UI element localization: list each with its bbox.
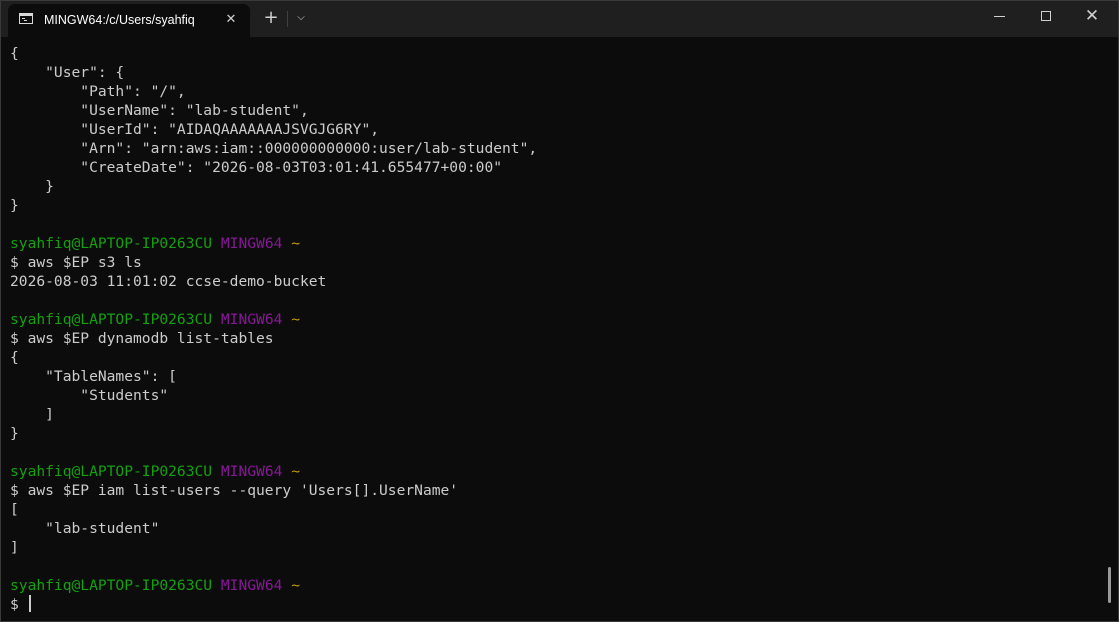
prompt-user-host: syahfiq@LAPTOP-IP0263CU xyxy=(10,577,213,594)
output-line: "lab-student" xyxy=(10,519,1100,538)
new-tab-button[interactable]: + xyxy=(260,7,282,29)
prompt-path: ~ xyxy=(291,463,300,480)
output-line: "Students" xyxy=(10,386,1100,405)
output-line: $ aws $EP s3 ls xyxy=(10,253,1100,272)
output-text: "UserId": "AIDAQAAAAAAAJSVGJG6RY", xyxy=(10,121,380,138)
output-line: } xyxy=(10,424,1100,443)
output-text: $ aws $EP dynamodb list-tables xyxy=(10,330,274,347)
prompt-user-host: syahfiq@LAPTOP-IP0263CU xyxy=(10,311,213,328)
output-text: "Students" xyxy=(10,387,169,404)
tab-mingw64[interactable]: MINGW64:/c/Users/syahfiq ✕ xyxy=(8,4,250,37)
command-input-line[interactable]: $ xyxy=(10,595,1100,614)
output-text: $ aws $EP iam list-users --query 'Users[… xyxy=(10,482,459,499)
close-window-button[interactable]: ✕ xyxy=(1071,3,1113,29)
prompt-path: ~ xyxy=(291,577,300,594)
prompt-user-host: syahfiq@LAPTOP-IP0263CU xyxy=(10,463,213,480)
output-text: $ aws $EP s3 ls xyxy=(10,254,142,271)
output-text: "User": { xyxy=(10,64,125,81)
output-text: "Arn": "arn:aws:iam::000000000000:user/l… xyxy=(10,140,538,157)
terminal-output[interactable]: { "User": { "Path": "/", "UserName": "la… xyxy=(10,44,1100,620)
output-line: } xyxy=(10,177,1100,196)
prompt-system: MINGW64 xyxy=(220,311,283,328)
prompt-system: MINGW64 xyxy=(220,235,283,252)
prompt-line: syahfiq@LAPTOP-IP0263CU MINGW64 ~ xyxy=(10,576,1100,595)
maximize-button[interactable] xyxy=(1025,1,1067,31)
prompt-system: MINGW64 xyxy=(220,463,283,480)
title-bar: MINGW64:/c/Users/syahfiq ✕ + ⌵ ✕ xyxy=(1,1,1118,37)
tab-close-icon[interactable]: ✕ xyxy=(221,10,241,30)
output-line: $ aws $EP iam list-users --query 'Users[… xyxy=(10,481,1100,500)
prompt-path: ~ xyxy=(291,235,300,252)
prompt-path: ~ xyxy=(291,311,300,328)
output-line: "Path": "/", xyxy=(10,82,1100,101)
output-text: "TableNames": [ xyxy=(10,368,177,385)
output-text: ] xyxy=(10,406,54,423)
prompt-line: syahfiq@LAPTOP-IP0263CU MINGW64 ~ xyxy=(10,462,1100,481)
minimize-button[interactable] xyxy=(979,1,1021,31)
output-line: } xyxy=(10,196,1100,215)
text-cursor xyxy=(28,595,31,612)
output-line: ] xyxy=(10,405,1100,424)
maximize-icon xyxy=(1041,11,1051,21)
output-text: } xyxy=(10,178,54,195)
minimize-icon xyxy=(994,16,1005,17)
scrollbar-thumb[interactable] xyxy=(1108,567,1111,603)
output-line: ] xyxy=(10,538,1100,557)
input-prompt: $ xyxy=(10,596,28,613)
output-line: "CreateDate": "2026-08-03T03:01:41.65547… xyxy=(10,158,1100,177)
output-line: "Arn": "arn:aws:iam::000000000000:user/l… xyxy=(10,139,1100,158)
output-line: "UserId": "AIDAQAAAAAAAJSVGJG6RY", xyxy=(10,120,1100,139)
terminal-icon xyxy=(19,13,33,24)
output-line: "TableNames": [ xyxy=(10,367,1100,386)
prompt-line: syahfiq@LAPTOP-IP0263CU MINGW64 ~ xyxy=(10,310,1100,329)
output-text: "UserName": "lab-student", xyxy=(10,102,309,119)
output-text: "CreateDate": "2026-08-03T03:01:41.65547… xyxy=(10,159,503,176)
chevron-down-icon[interactable]: ⌵ xyxy=(291,8,311,28)
output-text: { xyxy=(10,45,19,62)
tab-divider xyxy=(287,11,288,27)
output-line: { xyxy=(10,348,1100,367)
tab-title: MINGW64:/c/Users/syahfiq xyxy=(44,13,195,27)
output-text: 2026-08-03 11:01:02 ccse-demo-bucket xyxy=(10,273,327,290)
output-line: { xyxy=(10,44,1100,63)
output-text: "lab-student" xyxy=(10,520,160,537)
output-line: "UserName": "lab-student", xyxy=(10,101,1100,120)
output-line: "User": { xyxy=(10,63,1100,82)
output-line: [ xyxy=(10,500,1100,519)
prompt-system: MINGW64 xyxy=(220,577,283,594)
output-text: "Path": "/", xyxy=(10,83,186,100)
output-text: } xyxy=(10,197,19,214)
prompt-user-host: syahfiq@LAPTOP-IP0263CU xyxy=(10,235,213,252)
output-text: { xyxy=(10,349,19,366)
output-text: [ xyxy=(10,501,19,518)
output-text: } xyxy=(10,425,19,442)
prompt-line: syahfiq@LAPTOP-IP0263CU MINGW64 ~ xyxy=(10,234,1100,253)
output-text: ] xyxy=(10,539,19,556)
output-line: $ aws $EP dynamodb list-tables xyxy=(10,329,1100,348)
terminal-window: MINGW64:/c/Users/syahfiq ✕ + ⌵ ✕ { "User… xyxy=(0,0,1119,622)
output-line: 2026-08-03 11:01:02 ccse-demo-bucket xyxy=(10,272,1100,291)
